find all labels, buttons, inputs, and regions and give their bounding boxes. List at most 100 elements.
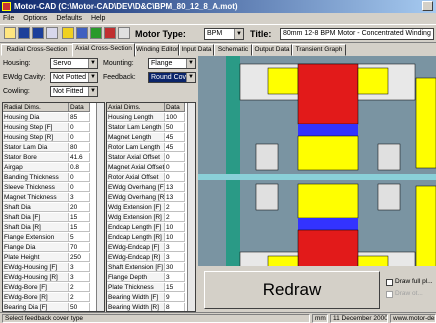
row-value[interactable]: 2 <box>165 203 185 212</box>
table-row[interactable]: Housing Dia 85 <box>3 113 104 122</box>
row-value[interactable]: 9 <box>165 293 185 302</box>
print-icon[interactable] <box>46 27 58 39</box>
row-value[interactable]: 30 <box>165 263 185 272</box>
table-row[interactable]: Plate Thickness 15 <box>107 283 195 292</box>
table-row[interactable]: Magnet Length 45 <box>107 133 195 142</box>
row-value[interactable]: 15 <box>69 213 90 222</box>
menu-help[interactable]: Help <box>91 15 105 22</box>
row-value[interactable]: 50 <box>69 303 90 311</box>
ewdg-cavity-select[interactable]: Not Potted ▼ <box>50 72 98 83</box>
table-row[interactable]: Rotor Lam Length 45 <box>107 143 195 152</box>
row-value[interactable]: 41.6 <box>69 153 90 162</box>
table-row[interactable]: Bearing Width [F] 9 <box>107 293 195 302</box>
table-row[interactable]: Sleeve Thickness 0 <box>3 183 104 192</box>
table-row[interactable]: Magnet Thickness 3 <box>3 193 104 202</box>
row-value[interactable]: 2 <box>165 213 185 222</box>
feedback-select[interactable]: Round Cover ▼ <box>148 72 196 83</box>
row-value[interactable]: 0.8 <box>69 163 90 172</box>
table-row[interactable]: Housing Step [F] 0 <box>3 123 104 132</box>
row-value[interactable]: 20 <box>69 203 90 212</box>
save-as-icon[interactable] <box>32 27 44 39</box>
table-row[interactable]: Housing Step [R] 0 <box>3 133 104 142</box>
row-value[interactable]: 13 <box>165 193 185 202</box>
table-row[interactable]: EWdg-Bore [F] 2 <box>3 283 104 292</box>
save-icon[interactable] <box>18 27 30 39</box>
table-row[interactable]: Plate Height 250 <box>3 253 104 262</box>
table-row[interactable]: Stator Lam Length 50 <box>107 123 195 132</box>
open-file-icon[interactable] <box>4 27 16 39</box>
mounting-select[interactable]: Flange ▼ <box>148 58 196 69</box>
stop-icon[interactable] <box>104 27 116 39</box>
row-value[interactable]: 0 <box>69 183 90 192</box>
draw-other-checkbox[interactable] <box>386 291 393 298</box>
row-value[interactable]: 10 <box>165 223 185 232</box>
menu-options[interactable]: Options <box>23 15 47 22</box>
row-value[interactable]: 45 <box>165 143 185 152</box>
table-row[interactable]: EWdg-Housing [R] 3 <box>3 273 104 282</box>
row-value[interactable]: 45 <box>165 133 185 142</box>
table-row[interactable]: Bearing Width [R] 8 <box>107 303 195 311</box>
table-row[interactable]: Airgap 0.8 <box>3 163 104 172</box>
row-value[interactable]: 13 <box>165 183 185 192</box>
table-row[interactable]: Shaft Extension [F] 30 <box>107 263 195 272</box>
table-row[interactable]: Flange Depth 3 <box>107 273 195 282</box>
tab-input-data[interactable]: Input Data <box>179 44 214 56</box>
table-row[interactable]: Wdg Extension [F] 2 <box>107 203 195 212</box>
table-row[interactable]: Shaft Dia [F] 15 <box>3 213 104 222</box>
table-row[interactable]: Endcap Length [R] 10 <box>107 233 195 242</box>
table-row[interactable]: Magnet Axial Offset 0 <box>107 163 195 172</box>
title-input[interactable]: 80mm 12-8 BPM Motor - Concentrated Windi… <box>280 28 434 40</box>
row-value[interactable]: 50 <box>165 123 185 132</box>
table-row[interactable]: Banding Thickness 0 <box>3 173 104 182</box>
row-value[interactable]: 70 <box>69 243 90 252</box>
table-row[interactable]: EWdg-Endcap [R] 3 <box>107 253 195 262</box>
settings-icon[interactable] <box>118 27 130 39</box>
table-row[interactable]: EWdg-Endcap [F] 3 <box>107 243 195 252</box>
table-row[interactable]: Stator Axial Offset 0 <box>107 153 195 162</box>
row-value[interactable]: 0 <box>69 173 90 182</box>
table-row[interactable]: EWdg-Bore [R] 2 <box>3 293 104 302</box>
table-row[interactable]: Shaft Dia 20 <box>3 203 104 212</box>
table-row[interactable]: EWdg Overhang [F] 13 <box>107 183 195 192</box>
table-row[interactable]: Shaft Dia [R] 15 <box>3 223 104 232</box>
menu-defaults[interactable]: Defaults <box>56 15 82 22</box>
row-value[interactable]: 0 <box>69 133 90 142</box>
calculate-icon[interactable] <box>90 27 102 39</box>
tab-output-data[interactable]: Output Data <box>252 44 292 56</box>
row-value[interactable]: 250 <box>69 253 90 262</box>
row-value[interactable]: 3 <box>69 263 90 272</box>
motor-type-select[interactable]: BPM ▼ <box>204 28 244 40</box>
row-value[interactable]: 3 <box>69 273 90 282</box>
row-value[interactable]: 100 <box>165 113 185 122</box>
cowling-select[interactable]: Not Fitted ▼ <box>50 86 98 97</box>
row-value[interactable]: 0 <box>165 153 185 162</box>
table-row[interactable]: EWdg-Housing [F] 3 <box>3 263 104 272</box>
table-row[interactable]: Bearing Dia [F] 50 <box>3 303 104 311</box>
table-row[interactable]: Wdg Extension [R] 2 <box>107 213 195 222</box>
row-value[interactable]: 0 <box>165 173 185 182</box>
row-value[interactable]: 15 <box>69 223 90 232</box>
table-row[interactable]: Housing Length 100 <box>107 113 195 122</box>
tab-transient-graph[interactable]: Transient Graph <box>292 44 346 56</box>
table-row[interactable]: EWdg Overhang [R] 13 <box>107 193 195 202</box>
help-icon[interactable] <box>62 27 74 39</box>
redraw-button[interactable]: Redraw <box>204 271 380 309</box>
row-value[interactable]: 5 <box>69 233 90 242</box>
row-value[interactable]: 3 <box>165 253 185 262</box>
row-value[interactable]: 3 <box>165 243 185 252</box>
row-value[interactable]: 85 <box>69 113 90 122</box>
row-value[interactable]: 15 <box>165 283 185 292</box>
row-value[interactable]: 0 <box>69 123 90 132</box>
row-value[interactable]: 8 <box>165 303 185 311</box>
table-row[interactable]: Stator Bore 41.6 <box>3 153 104 162</box>
housing-select[interactable]: Servo ▼ <box>50 58 98 69</box>
row-value[interactable]: 2 <box>69 293 90 302</box>
row-value[interactable]: 10 <box>165 233 185 242</box>
solve-icon[interactable] <box>76 27 88 39</box>
row-value[interactable]: 80 <box>69 143 90 152</box>
tab-radial-cross-section[interactable]: Radial Cross-Section <box>1 44 73 56</box>
row-value[interactable]: 0 <box>165 163 185 172</box>
tab-schematic[interactable]: Schematic <box>214 44 252 56</box>
tab-axial-cross-section[interactable]: Axial Cross-Section <box>72 43 135 57</box>
menu-file[interactable]: File <box>3 15 14 22</box>
